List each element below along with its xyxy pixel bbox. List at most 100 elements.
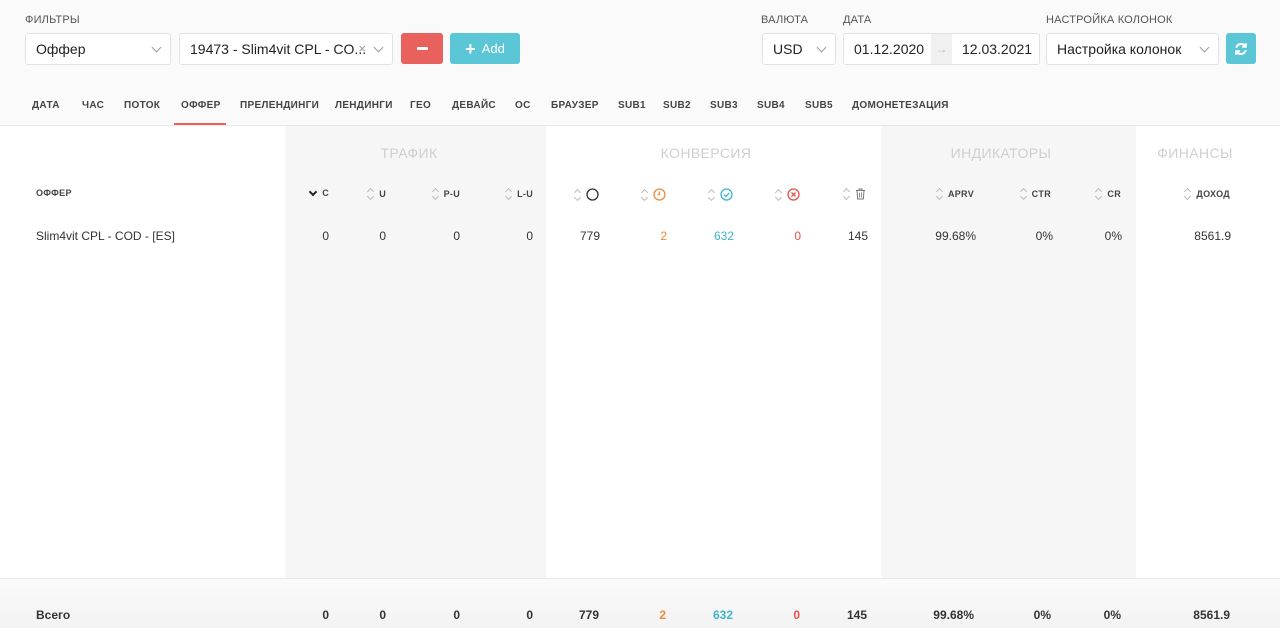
refresh-icon <box>1235 42 1247 55</box>
col-total-leads[interactable] <box>574 188 599 201</box>
filter-type-value: Оффер <box>36 41 86 57</box>
col-rejected[interactable] <box>775 188 800 201</box>
tab-browser[interactable]: БРАУЗЕР <box>551 100 599 111</box>
tab-device[interactable]: ДЕВАЙС <box>452 100 496 111</box>
chevron-down-icon <box>816 42 827 53</box>
tab-os[interactable]: ОС <box>515 100 531 111</box>
col-aprv-label: APRV <box>947 189 974 199</box>
sort-icon <box>432 188 440 200</box>
col-cr-label: CR <box>1107 189 1121 199</box>
clock-icon <box>653 188 666 201</box>
totals-lu: 0 <box>526 608 533 622</box>
totals-u: 0 <box>379 608 386 622</box>
tab-sub4[interactable]: SUB4 <box>757 100 785 111</box>
columns-settings-value: Настройка колонок <box>1057 41 1182 57</box>
totals-label: Всего <box>36 608 71 622</box>
tab-prelandings[interactable]: ПРЕЛЕНДИНГИ <box>240 100 319 111</box>
minus-icon <box>416 47 428 50</box>
row-aprv: 99.68% <box>935 229 976 243</box>
totals-approved: 632 <box>712 608 733 622</box>
date-to[interactable]: 12.03.2021 <box>962 41 1032 57</box>
tab-sub2[interactable]: SUB2 <box>663 100 691 111</box>
refresh-button[interactable] <box>1226 33 1256 64</box>
col-offer[interactable]: ОФФЕР <box>36 188 72 198</box>
col-cr[interactable]: CR <box>1095 188 1121 200</box>
col-trash[interactable] <box>843 188 866 200</box>
traffic-band <box>285 126 546 628</box>
tab-sub1[interactable]: SUB1 <box>618 100 646 111</box>
row-rejected: 0 <box>794 229 801 243</box>
grouping-tabs: ДАТА ЧАС ПОТОК ОФФЕР ПРЕЛЕНДИНГИ ЛЕНДИНГ… <box>0 86 1280 126</box>
row-total-leads: 779 <box>579 229 600 243</box>
filter-type-select[interactable]: Оффер <box>25 33 171 65</box>
tab-landings[interactable]: ЛЕНДИНГИ <box>335 100 393 111</box>
col-hold[interactable] <box>641 188 666 201</box>
row-lu: 0 <box>526 229 533 243</box>
totals-aprv: 99.68% <box>933 608 974 622</box>
row-trash: 145 <box>847 229 868 243</box>
totals-row: Всего 0 0 0 0 779 2 632 0 145 99.68% 0% … <box>0 578 1280 628</box>
tab-offer[interactable]: ОФФЕР <box>181 100 221 111</box>
tab-sub5[interactable]: SUB5 <box>805 100 833 111</box>
circle-icon <box>586 188 599 201</box>
row-income: 8561.9 <box>1194 229 1231 243</box>
clear-icon[interactable]: × <box>358 41 366 56</box>
col-c[interactable]: C <box>308 187 329 198</box>
row-hold: 2 <box>660 229 667 243</box>
totals-total-leads: 779 <box>578 608 599 622</box>
indicators-band <box>881 126 1136 628</box>
totals-income: 8561.9 <box>1193 608 1230 622</box>
currency-select[interactable]: USD <box>762 33 836 65</box>
col-ctr[interactable]: CTR <box>1020 188 1051 200</box>
col-lu-label: L-U <box>517 189 533 199</box>
col-aprv[interactable]: APRV <box>936 188 974 200</box>
totals-ctr: 0% <box>1033 608 1051 622</box>
trash-icon <box>856 188 865 200</box>
row-ctr: 0% <box>1035 229 1053 243</box>
sort-icon <box>708 189 716 201</box>
tab-domonetization[interactable]: ДОМОНЕТЕЗАЦИЯ <box>852 100 949 111</box>
group-conversion: КОНВЕРСИЯ <box>660 145 752 161</box>
row-u: 0 <box>379 229 386 243</box>
sort-icon <box>936 188 944 200</box>
col-u[interactable]: U <box>367 188 386 200</box>
remove-filter-button[interactable] <box>401 33 443 64</box>
col-pu-label: P-U <box>443 189 460 199</box>
col-income[interactable]: ДОХОД <box>1184 188 1230 200</box>
tab-stream[interactable]: ПОТОК <box>124 100 160 111</box>
group-finance: ФИНАНСЫ <box>1157 145 1233 161</box>
offer-select[interactable]: 19473 - Slim4vit CPL - CO... × <box>179 33 393 65</box>
col-approved[interactable] <box>708 188 733 201</box>
add-filter-button[interactable]: + Add <box>450 33 520 64</box>
columns-settings-select[interactable]: Настройка колонок <box>1046 33 1219 65</box>
chevron-down-icon <box>151 42 162 53</box>
tab-geo[interactable]: ГЕО <box>410 100 431 111</box>
tab-sub3[interactable]: SUB3 <box>710 100 738 111</box>
tab-date[interactable]: ДАТА <box>32 100 60 111</box>
filters-header: ФИЛЬТРЫ Оффер 19473 - Slim4vit CPL - CO.… <box>0 0 1280 86</box>
row-c: 0 <box>322 229 329 243</box>
totals-rejected: 0 <box>793 608 800 622</box>
totals-pu: 0 <box>453 608 460 622</box>
arrow-right-icon: → <box>931 34 952 64</box>
chevron-down-icon <box>1199 42 1210 53</box>
col-offer-label: ОФФЕР <box>36 188 72 198</box>
group-indicators: ИНДИКАТОРЫ <box>950 145 1052 161</box>
active-tab-indicator <box>174 123 226 125</box>
totals-c: 0 <box>322 608 329 622</box>
plus-icon: + <box>465 38 476 59</box>
check-circle-icon <box>720 188 733 201</box>
date-range-picker[interactable]: 01.12.2020 → 12.03.2021 <box>843 33 1040 65</box>
col-lu[interactable]: L-U <box>505 188 533 200</box>
sort-icon <box>367 188 375 200</box>
tab-hour[interactable]: ЧАС <box>82 100 104 111</box>
sort-icon <box>1095 188 1103 200</box>
sort-icon <box>641 189 649 201</box>
col-pu[interactable]: P-U <box>432 188 460 200</box>
row-offer-name: Slim4vit CPL - COD - [ES] <box>36 229 175 243</box>
currency-label: ВАЛЮТА <box>761 14 809 26</box>
row-cr: 0% <box>1104 229 1122 243</box>
date-from[interactable]: 01.12.2020 <box>854 41 924 57</box>
col-c-label: C <box>322 188 329 198</box>
filters-label: ФИЛЬТРЫ <box>25 14 80 26</box>
